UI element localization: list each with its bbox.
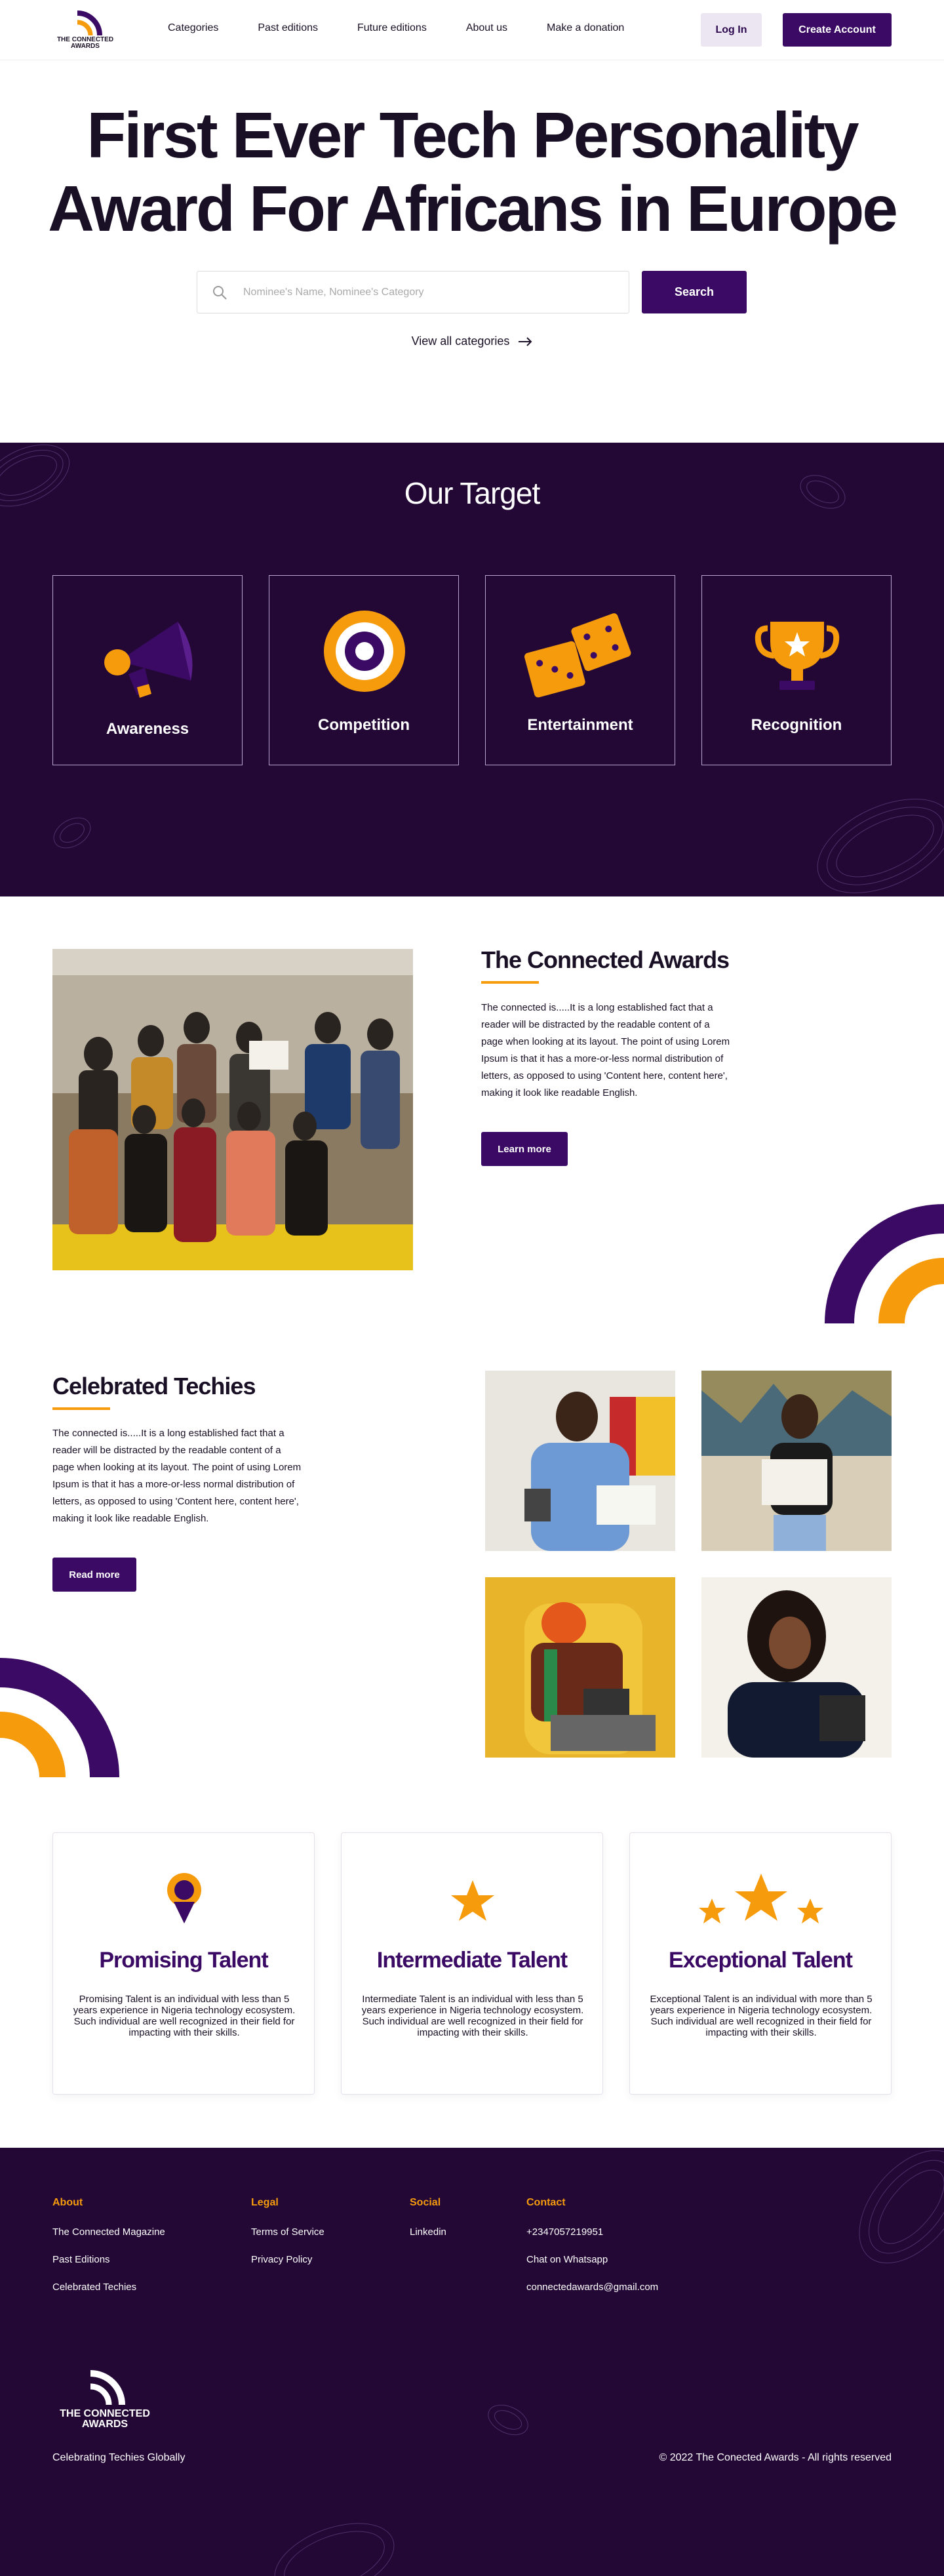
- nav-past-editions[interactable]: Past editions: [258, 22, 318, 34]
- nav-about-us[interactable]: About us: [466, 22, 507, 34]
- techie-photo: [701, 1371, 892, 1551]
- login-button[interactable]: Log In: [701, 13, 762, 47]
- techies-text: The connected is.....It is a long establ…: [52, 1428, 302, 1524]
- about-title: The Connected Awards: [481, 946, 730, 973]
- footer-link-magazine[interactable]: The Connected Magazine: [52, 2226, 165, 2238]
- ring-decoration-icon: [859, 2150, 944, 2264]
- page: THE CONNECTED AWARDS Categories Past edi…: [0, 0, 944, 2576]
- three-stars-icon: [699, 1874, 823, 1923]
- talent-title: Promising Talent: [99, 1948, 268, 1973]
- footer-contact-email[interactable]: connectedawards@gmail.com: [526, 2282, 658, 2293]
- footer-about-title: About: [52, 2197, 83, 2208]
- search-button[interactable]: Search: [642, 271, 747, 313]
- techie-photo: [485, 1577, 675, 1758]
- footer-link-privacy[interactable]: Privacy Policy: [251, 2254, 312, 2265]
- logo-arcs-icon: [77, 10, 102, 36]
- techie-photo: [485, 1371, 675, 1551]
- talent-card-exceptional[interactable]: Exceptional Talent Exceptional Talent is…: [629, 1832, 892, 2095]
- group-photo: [52, 949, 413, 1270]
- target-label-competition: Competition: [318, 716, 410, 734]
- ring-decoration-icon: [488, 2404, 528, 2436]
- arrow-right-icon: [519, 337, 532, 346]
- brand-name-line2: AWARDS: [71, 43, 100, 50]
- footer-contact-phone[interactable]: +2347057219951: [526, 2226, 603, 2238]
- brand-logo[interactable]: THE CONNECTED AWARDS: [52, 9, 118, 50]
- search-input[interactable]: [243, 272, 617, 313]
- logo-arcs-icon: [90, 2370, 125, 2405]
- talent-card-promising[interactable]: Promising Talent Promising Talent is an …: [52, 1832, 315, 2095]
- talent-card-intermediate[interactable]: Intermediate Talent Intermediate Talent …: [341, 1832, 603, 2095]
- hero-title-line2: Award For Africans in Europe: [48, 172, 898, 245]
- megaphone-icon: [104, 622, 193, 698]
- footer: About The Connected Magazine Past Editio…: [0, 2148, 944, 2576]
- about-text: The connected is.....It is a long establ…: [481, 1002, 730, 1098]
- nav-make-donation[interactable]: Make a donation: [547, 22, 624, 34]
- search-box: [197, 271, 629, 313]
- nav-categories[interactable]: Categories: [168, 22, 218, 34]
- top-nav: THE CONNECTED AWARDS Categories Past edi…: [0, 0, 944, 60]
- footer-brand-line2: AWARDS: [81, 2419, 128, 2430]
- arc-decoration-icon: [0, 1658, 119, 1777]
- trophy-icon: [755, 622, 840, 690]
- techies-title-underline: [52, 1407, 110, 1410]
- target-card-competition[interactable]: Competition: [269, 575, 459, 765]
- dice-icon: [524, 613, 631, 698]
- footer-link-linkedin[interactable]: Linkedin: [410, 2226, 446, 2238]
- footer-brand-line1: THE CONNECTED: [60, 2408, 150, 2419]
- learn-more-button[interactable]: Learn more: [481, 1132, 568, 1166]
- talent-title: Exceptional Talent: [669, 1948, 853, 1973]
- search-icon: [213, 286, 227, 300]
- footer-contact-whatsapp[interactable]: Chat on Whatsapp: [526, 2254, 608, 2265]
- talent-title: Intermediate Talent: [376, 1948, 568, 1973]
- view-all-categories-link[interactable]: View all categories: [0, 334, 944, 348]
- target-title: Our Target: [404, 476, 540, 510]
- nav-future-editions[interactable]: Future editions: [357, 22, 427, 34]
- footer-link-terms[interactable]: Terms of Service: [251, 2226, 324, 2238]
- footer-social-title: Social: [410, 2197, 441, 2208]
- techies-title: Celebrated Techies: [52, 1373, 256, 1399]
- footer-logo[interactable]: THE CONNECTED AWARDS: [52, 2369, 157, 2435]
- techie-photo: [701, 1577, 892, 1758]
- read-more-button[interactable]: Read more: [52, 1558, 136, 1592]
- our-target-section: Our Target Awareness Competition Enterta…: [0, 443, 944, 896]
- target-label-awareness: Awareness: [106, 720, 189, 738]
- target-label-recognition: Recognition: [751, 716, 842, 734]
- ring-decoration-icon: [274, 2523, 395, 2576]
- arc-decoration-icon: [825, 1204, 944, 1323]
- talent-text: Promising Talent is an individual with l…: [73, 1994, 296, 2038]
- talent-text: Exceptional Talent is an individual with…: [650, 1994, 873, 2038]
- talent-text: Intermediate Talent is an individual wit…: [361, 1994, 584, 2038]
- target-card-awareness[interactable]: Awareness: [52, 575, 243, 765]
- medal-icon: [167, 1873, 201, 1923]
- about-title-underline: [481, 981, 539, 984]
- footer-legal-title: Legal: [251, 2197, 279, 2208]
- target-card-entertainment[interactable]: Entertainment: [485, 575, 675, 765]
- ring-decoration-icon: [53, 817, 91, 849]
- view-all-label: View all categories: [411, 334, 510, 348]
- ring-decoration-icon: [817, 798, 944, 894]
- target-label-entertainment: Entertainment: [527, 716, 633, 734]
- footer-tagline: Celebrating Techies Globally: [52, 2452, 186, 2463]
- footer-copyright: © 2022 The Conected Awards - All rights …: [659, 2452, 892, 2463]
- create-account-button[interactable]: Create Account: [783, 13, 892, 47]
- target-card-recognition[interactable]: Recognition: [701, 575, 892, 765]
- hero-title: First Ever Tech Personality Award For Af…: [0, 98, 944, 245]
- footer-link-celebrated-techies[interactable]: Celebrated Techies: [52, 2282, 136, 2293]
- footer-link-past-editions[interactable]: Past Editions: [52, 2254, 110, 2265]
- star-icon: [451, 1880, 494, 1921]
- main-menu: Categories Past editions Future editions…: [168, 22, 663, 34]
- hero-title-line1: First Ever Tech Personality: [87, 99, 859, 171]
- footer-contact-title: Contact: [526, 2197, 566, 2208]
- target-icon: [324, 611, 405, 692]
